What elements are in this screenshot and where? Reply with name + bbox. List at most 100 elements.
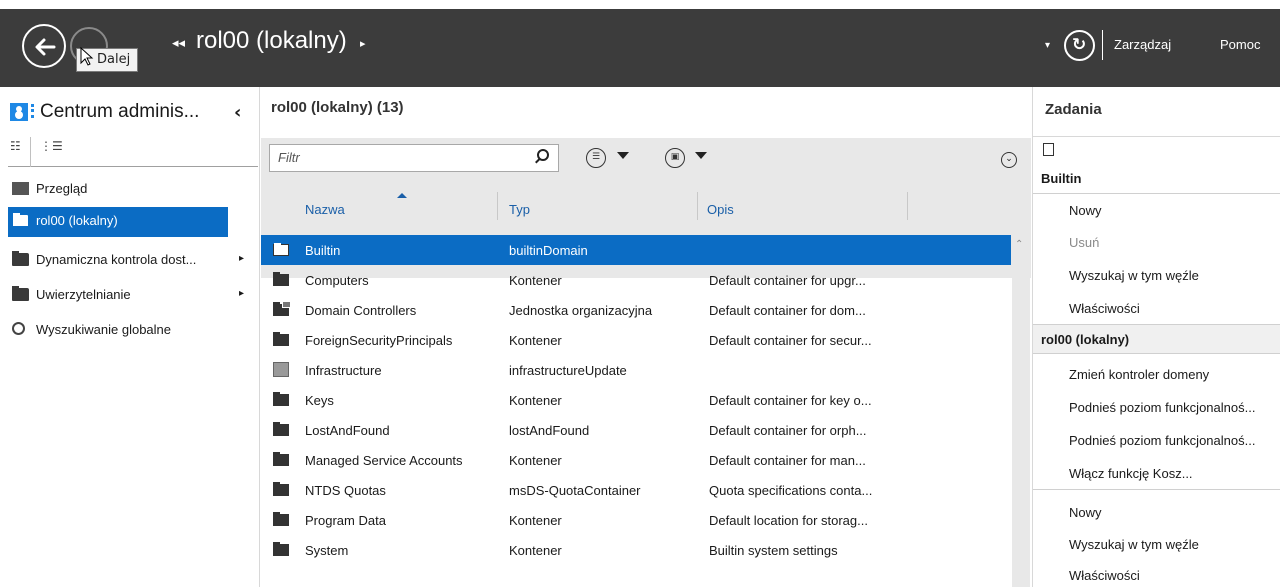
mouse-cursor-icon [80,47,94,66]
nav-item-label: Uwierzytelnianie [36,287,131,302]
search-icon [12,322,25,335]
arrow-left-icon [35,38,56,56]
folder-icon [273,512,289,526]
table-row[interactable]: LostAndFound lostAndFound Default contai… [261,415,1011,445]
table-row[interactable]: Computers Kontener Default container for… [261,265,1011,295]
table-row[interactable]: Domain Controllers Jednostka organizacyj… [261,295,1011,325]
chevron-right-icon[interactable]: ▸ [239,253,244,264]
help-menu[interactable]: Pomoc [1220,37,1260,52]
task-section-header[interactable]: Builtin [1033,164,1280,194]
column-header-description[interactable]: Opis [707,202,734,217]
task-section-header[interactable]: rol00 (lokalny) [1033,324,1280,354]
task-search-node[interactable]: Wyszukaj w tym węźle [1069,537,1199,552]
nav-item-global-search[interactable]: Wyszukiwanie globalne [8,316,246,344]
cell-type: Kontener [509,453,562,468]
task-properties[interactable]: Właściwości [1069,568,1140,583]
domain-icon [12,213,29,227]
task-new[interactable]: Nowy [1069,203,1102,218]
chevron-down-icon[interactable] [617,152,629,159]
cell-name: ForeignSecurityPrincipals [305,333,453,348]
nav-item-label: Przegląd [36,181,88,196]
task-raise-forest-level[interactable]: Podnieś poziom funkcjonalnoś... [1069,400,1255,415]
table-row[interactable]: Builtin builtinDomain [261,235,1011,265]
cell-description: Default container for secur... [709,333,872,348]
table-row[interactable]: Managed Service Accounts Kontener Defaul… [261,445,1011,475]
folder-icon [273,482,289,496]
clipboard-icon[interactable] [1043,143,1054,156]
table-row[interactable]: Infrastructure infrastructureUpdate [261,355,1011,385]
folder-icon [273,272,289,286]
column-separator[interactable] [907,192,908,220]
manage-menu[interactable]: Zarządzaj [1114,37,1171,52]
breadcrumb-current[interactable]: rol00 (lokalny) [196,27,347,55]
tasks-toolbar [1033,136,1280,164]
expand-filter-button[interactable]: ⌄ [1001,152,1017,168]
task-new[interactable]: Nowy [1069,505,1102,520]
refresh-button[interactable]: ↻ [1064,30,1095,61]
breadcrumb-expand-icon[interactable]: ▸ [360,37,366,50]
admin-center-icon [10,103,28,121]
cell-description: Default container for man... [709,453,866,468]
list-view-icon[interactable]: ☷ [10,139,21,153]
cell-type: msDS-QuotaContainer [509,483,641,498]
cell-name: NTDS Quotas [305,483,386,498]
list-options-button[interactable]: ☰ [586,148,606,168]
vertical-scrollbar[interactable]: ⌃ [1012,235,1030,587]
back-button[interactable] [22,24,66,68]
filter-input[interactable]: Filtr [269,144,559,172]
folder-icon [273,243,289,256]
view-toggle-separator [30,137,31,167]
tasks-pane: Zadania Builtin Nowy Usuń Wyszukaj w tym… [1032,87,1280,587]
folder-icon [273,392,289,406]
tree-view-icon[interactable]: ⋮☰ [40,139,63,153]
nav-item-dynamic-access-control[interactable]: Dynamiczna kontrola dost... ▸ [8,246,246,274]
scroll-up-icon[interactable]: ⌃ [1015,239,1025,250]
table-row[interactable]: Program Data Kontener Default location f… [261,505,1011,535]
task-raise-domain-level[interactable]: Podnieś poziom funkcjonalnoś... [1069,433,1255,448]
nav-item-domain[interactable]: rol00 (lokalny) ▸ [8,207,228,237]
cell-name: Managed Service Accounts [305,453,463,468]
cell-type: infrastructureUpdate [509,363,627,378]
grid-header: Nazwa Typ Opis [261,192,1031,228]
table-row[interactable]: Keys Kontener Default container for key … [261,385,1011,415]
chevron-right-icon[interactable]: ▸ [239,288,244,299]
table-row[interactable]: ForeignSecurityPrincipals Kontener Defau… [261,325,1011,355]
task-section-divider [1033,489,1280,490]
nav-item-authentication[interactable]: Uwierzytelnianie ▸ [8,281,246,309]
search-icon[interactable] [537,149,549,161]
task-search-node[interactable]: Wyszukaj w tym węźle [1069,268,1199,283]
navigation-title: Centrum adminis... [40,101,200,122]
collapse-pane-button[interactable]: ‹ [234,102,241,123]
cell-name: Domain Controllers [305,303,417,318]
task-properties[interactable]: Właściwości [1069,301,1140,316]
admin-center-dots-icon [31,104,34,118]
cell-description: Default container for upgr... [709,273,866,288]
cell-description: Default container for orph... [709,423,867,438]
tasks-title: Zadania [1045,101,1102,118]
nav-item-overview[interactable]: Przegląd [8,175,246,203]
folder-icon [273,332,289,346]
cell-type: Kontener [509,393,562,408]
chevron-down-icon[interactable] [695,152,707,159]
column-separator[interactable] [497,192,498,220]
history-dropdown-icon[interactable]: ▾ [1045,40,1050,51]
cell-type: Kontener [509,543,562,558]
cell-type: Kontener [509,333,562,348]
cell-type: Kontener [509,273,562,288]
table-row[interactable]: NTDS Quotas msDS-QuotaContainer Quota sp… [261,475,1011,505]
breadcrumb-back-icon[interactable]: ◂◂ [172,36,185,51]
column-header-name[interactable]: Nazwa [305,202,345,217]
column-header-type[interactable]: Typ [509,202,530,217]
table-row[interactable]: System Kontener Builtin system settings [261,535,1011,565]
nav-item-label: Dynamiczna kontrola dost... [36,252,197,267]
column-separator[interactable] [697,192,698,220]
task-enable-recycle-bin[interactable]: Włącz funkcję Kosz... [1069,466,1193,481]
infrastructure-icon [273,362,289,377]
cell-name: Builtin [305,243,341,258]
ou-icon [273,301,291,316]
task-change-dc[interactable]: Zmień kontroler domeny [1069,367,1209,382]
save-query-button[interactable]: ▣ [665,148,685,168]
cell-description: Default container for dom... [709,303,866,318]
cell-type: lostAndFound [509,423,590,438]
folder-icon [273,542,289,556]
